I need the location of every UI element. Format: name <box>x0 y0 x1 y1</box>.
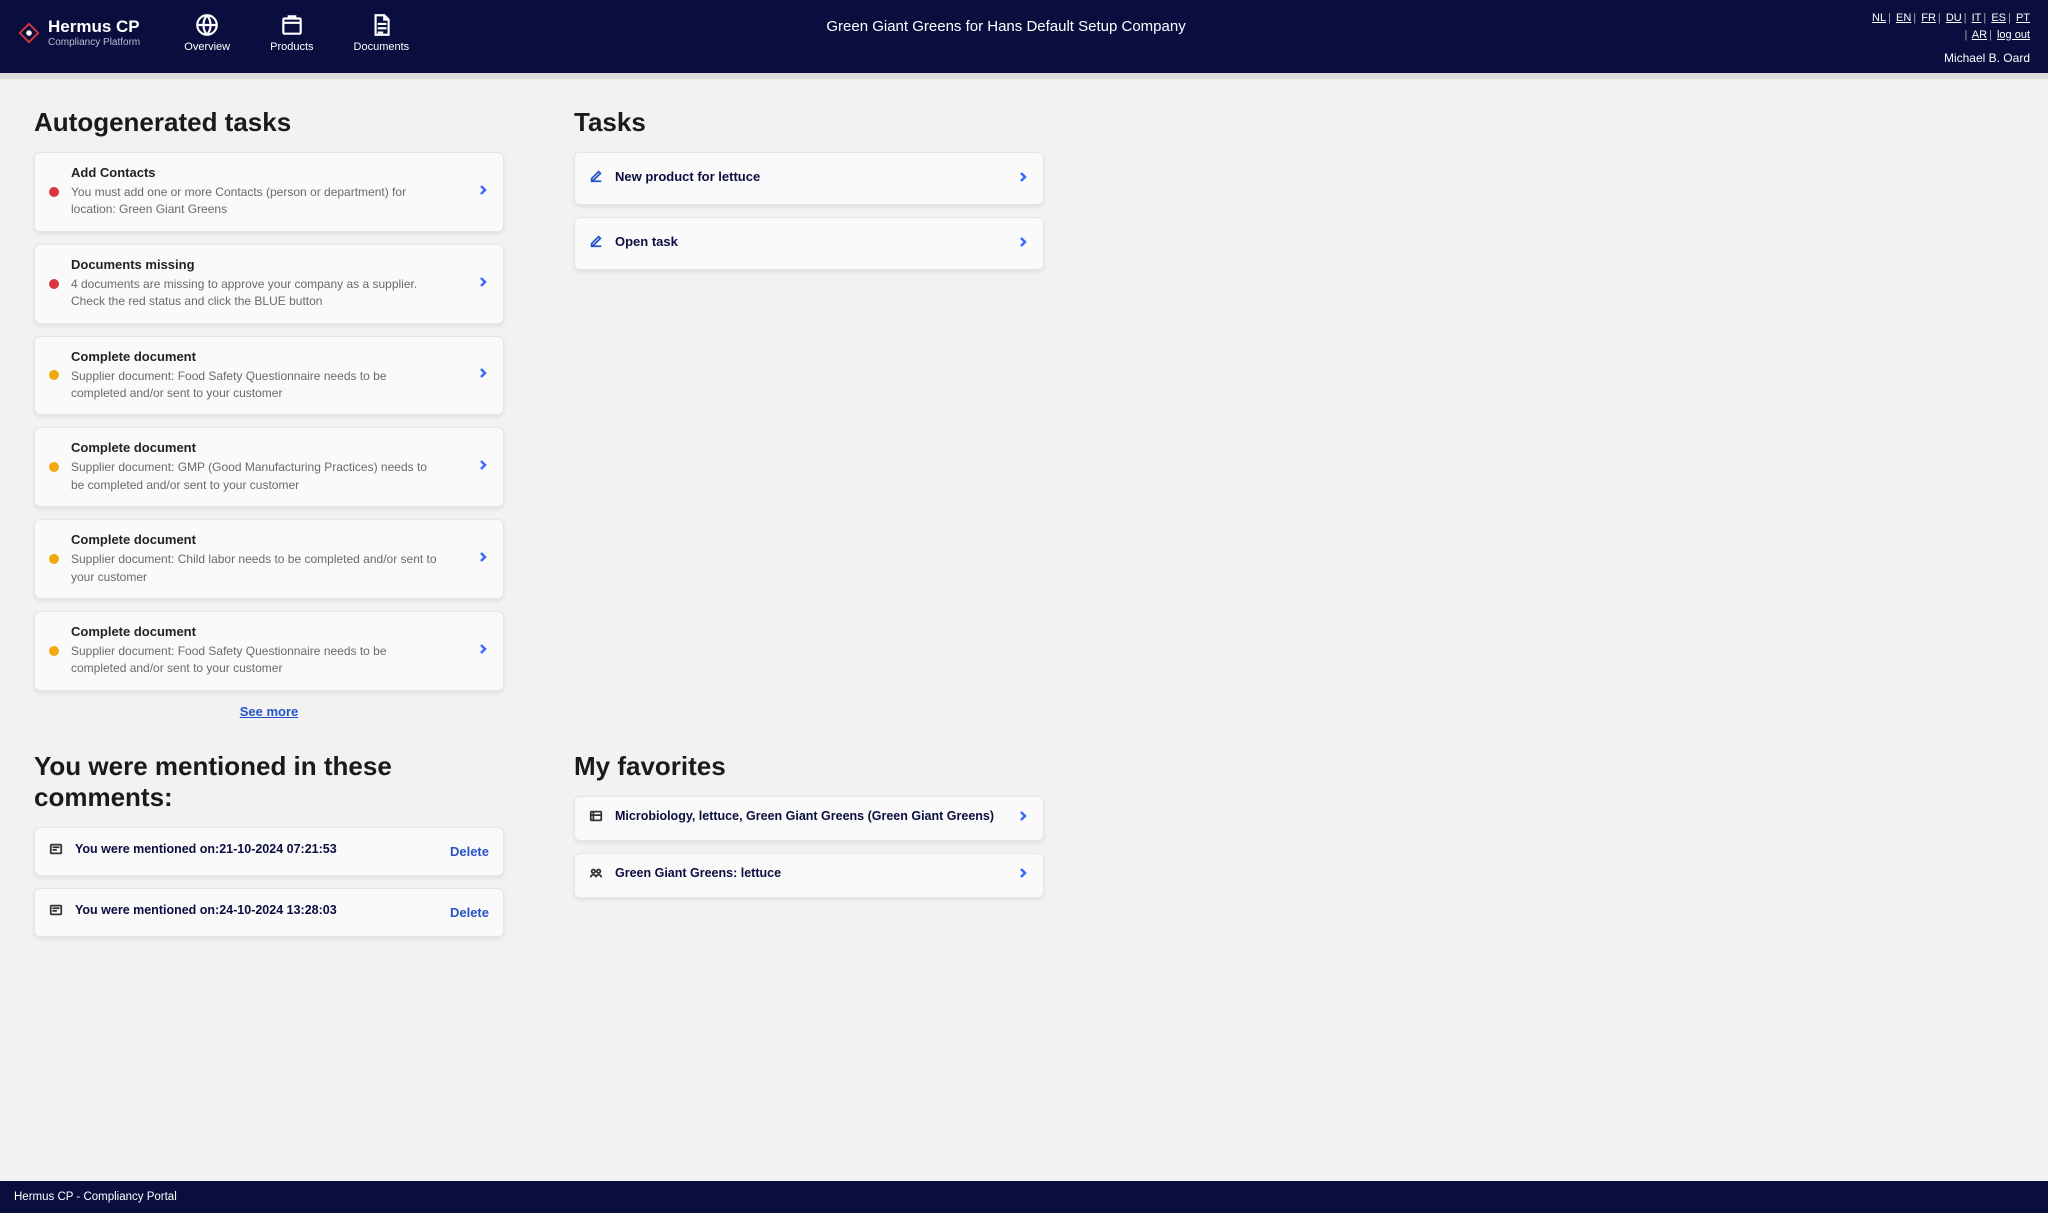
see-more-link[interactable]: See more <box>240 704 299 719</box>
autogen-task-desc: Supplier document: GMP (Good Manufacturi… <box>71 459 441 494</box>
nav-documents-label: Documents <box>354 41 410 53</box>
main-nav: Overview Products Documents <box>184 12 409 53</box>
chevron-right-icon <box>477 642 489 660</box>
lang-es[interactable]: ES <box>1991 12 2006 24</box>
favorite-title: Green Giant Greens: lettuce <box>615 866 1005 880</box>
task-title: New product for lettuce <box>615 169 760 184</box>
nav-products[interactable]: Products <box>270 12 313 53</box>
autogen-task-card[interactable]: Complete document Supplier document: GMP… <box>34 427 504 507</box>
lang-en[interactable]: EN <box>1896 12 1911 24</box>
language-row-1: NL| EN| FR| DU| IT| ES| PT <box>1872 10 2030 27</box>
status-dot-icon <box>49 370 59 380</box>
brand-title: Hermus CP <box>48 18 140 37</box>
brand-logo-icon <box>18 22 40 44</box>
mentions-section: You were mentioned in these comments: Yo… <box>34 751 504 949</box>
favorite-card[interactable]: Green Giant Greens: lettuce <box>574 853 1044 898</box>
lang-it[interactable]: IT <box>1972 12 1982 24</box>
favorite-icon <box>589 866 603 885</box>
mention-icon <box>49 842 63 861</box>
chevron-right-icon <box>477 183 489 201</box>
lang-fr[interactable]: FR <box>1921 12 1936 24</box>
task-title: Open task <box>615 234 678 249</box>
delete-button[interactable]: Delete <box>450 844 489 859</box>
autogen-task-title: Complete document <box>71 440 465 455</box>
page-title: Green Giant Greens for Hans Default Setu… <box>826 18 1185 35</box>
autogenerated-tasks-section: Autogenerated tasks Add Contacts You mus… <box>34 107 504 721</box>
logout-link[interactable]: log out <box>1997 29 2030 41</box>
nav-documents[interactable]: Documents <box>354 12 410 53</box>
autogen-task-desc: Supplier document: Child labor needs to … <box>71 551 441 586</box>
autogen-task-title: Documents missing <box>71 257 465 272</box>
favorites-section: My favorites Microbiology, lettuce, Gree… <box>574 751 1044 949</box>
favorite-title: Microbiology, lettuce, Green Giant Green… <box>615 809 1005 823</box>
mention-card[interactable]: You were mentioned on:24-10-2024 13:28:0… <box>34 888 504 937</box>
nav-overview[interactable]: Overview <box>184 12 230 53</box>
footer: Hermus CP - Compliancy Portal <box>0 1181 2048 1213</box>
products-icon <box>279 12 305 38</box>
lang-pt[interactable]: PT <box>2016 12 2030 24</box>
tasks-section: Tasks New product for lettuce Open task <box>574 107 1044 721</box>
mention-icon <box>49 903 63 922</box>
mention-title: You were mentioned on:21-10-2024 07:21:5… <box>75 842 438 856</box>
lang-ar[interactable]: AR <box>1972 29 1987 41</box>
chevron-right-icon <box>1017 809 1029 827</box>
task-card[interactable]: New product for lettuce <box>574 152 1044 205</box>
autogen-task-desc: 4 documents are missing to approve your … <box>71 276 441 311</box>
chevron-right-icon <box>477 458 489 476</box>
autogen-task-desc: Supplier document: Food Safety Questionn… <box>71 643 441 678</box>
top-right: NL| EN| FR| DU| IT| ES| PT | AR| log out… <box>1872 10 2030 67</box>
nav-overview-label: Overview <box>184 41 230 53</box>
chevron-right-icon <box>477 550 489 568</box>
delete-button[interactable]: Delete <box>450 905 489 920</box>
autogen-task-title: Complete document <box>71 349 465 364</box>
language-row-2: | AR| log out <box>1872 27 2030 44</box>
tasks-heading: Tasks <box>574 107 1044 138</box>
documents-icon <box>368 12 394 38</box>
status-dot-icon <box>49 187 59 197</box>
edit-icon <box>589 169 603 188</box>
status-dot-icon <box>49 279 59 289</box>
autogen-task-card[interactable]: Complete document Supplier document: Chi… <box>34 519 504 599</box>
chevron-right-icon <box>1017 866 1029 884</box>
mention-card[interactable]: You were mentioned on:21-10-2024 07:21:5… <box>34 827 504 876</box>
task-card[interactable]: Open task <box>574 217 1044 270</box>
footer-text: Hermus CP - Compliancy Portal <box>14 1191 177 1203</box>
autogenerated-tasks-heading: Autogenerated tasks <box>34 107 504 138</box>
autogen-task-card[interactable]: Complete document Supplier document: Foo… <box>34 611 504 691</box>
edit-icon <box>589 234 603 253</box>
autogen-task-desc: You must add one or more Contacts (perso… <box>71 184 441 219</box>
overview-icon <box>194 12 220 38</box>
status-dot-icon <box>49 646 59 656</box>
content: Autogenerated tasks Add Contacts You mus… <box>0 79 2048 1181</box>
favorite-card[interactable]: Microbiology, lettuce, Green Giant Green… <box>574 796 1044 841</box>
autogen-task-title: Complete document <box>71 532 465 547</box>
chevron-right-icon <box>477 275 489 293</box>
mentions-heading: You were mentioned in these comments: <box>34 751 504 813</box>
autogen-task-card[interactable]: Add Contacts You must add one or more Co… <box>34 152 504 232</box>
mention-title: You were mentioned on:24-10-2024 13:28:0… <box>75 903 438 917</box>
nav-products-label: Products <box>270 41 313 53</box>
autogen-task-desc: Supplier document: Food Safety Questionn… <box>71 368 441 403</box>
autogen-task-card[interactable]: Documents missing 4 documents are missin… <box>34 244 504 324</box>
lang-nl[interactable]: NL <box>1872 12 1886 24</box>
brand-subtitle: Compliancy Platform <box>48 37 140 48</box>
chevron-right-icon <box>477 366 489 384</box>
brand: Hermus CP Compliancy Platform <box>18 18 140 48</box>
autogen-task-title: Complete document <box>71 624 465 639</box>
topbar: Hermus CP Compliancy Platform Overview P… <box>0 0 2048 79</box>
status-dot-icon <box>49 554 59 564</box>
autogen-task-card[interactable]: Complete document Supplier document: Foo… <box>34 336 504 416</box>
favorite-icon <box>589 809 603 828</box>
current-user: Michael B. Oard <box>1872 49 2030 67</box>
autogen-task-title: Add Contacts <box>71 165 465 180</box>
chevron-right-icon <box>1017 170 1029 188</box>
chevron-right-icon <box>1017 235 1029 253</box>
favorites-heading: My favorites <box>574 751 1044 782</box>
lang-du[interactable]: DU <box>1946 12 1962 24</box>
status-dot-icon <box>49 462 59 472</box>
